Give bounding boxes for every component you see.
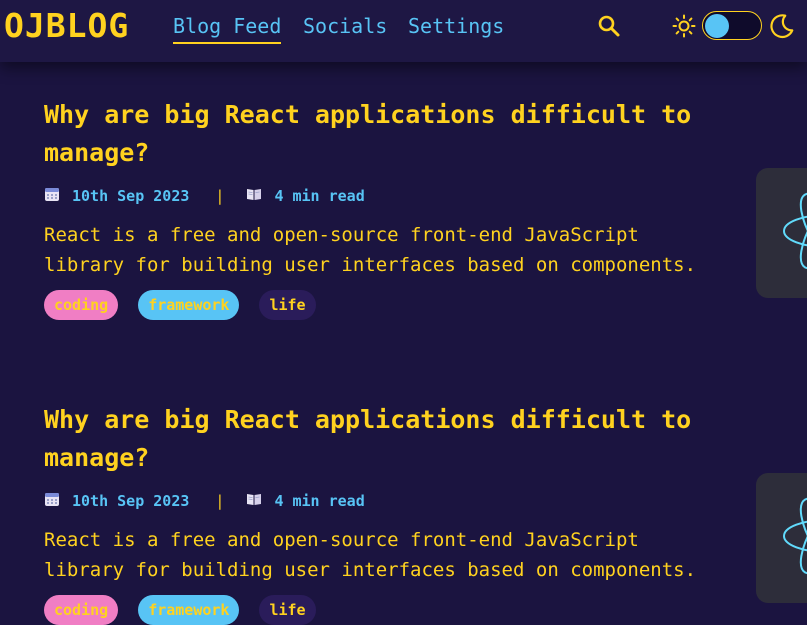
post-card: Why are big React applications difficult… xyxy=(44,401,724,625)
post-meta: 10th Sep 2023 | 4 min read xyxy=(44,489,724,513)
top-nav-bar: OJBLOG Blog Feed Socials Settings xyxy=(0,0,807,62)
post-title[interactable]: Why are big React applications difficult… xyxy=(44,96,724,172)
tag-coding[interactable]: coding xyxy=(44,290,119,320)
moon-icon[interactable] xyxy=(769,13,795,43)
site-logo[interactable]: OJBLOG xyxy=(4,6,129,45)
toggle-knob xyxy=(705,14,729,38)
post-tags: coding framework life xyxy=(44,595,724,625)
post-thumbnail[interactable] xyxy=(756,168,807,298)
post-thumbnail[interactable] xyxy=(756,473,807,603)
tag-life[interactable]: life xyxy=(259,290,316,320)
react-logo-icon xyxy=(783,192,807,270)
post-date: 10th Sep 2023 xyxy=(72,492,190,510)
tag-life[interactable]: life xyxy=(259,595,316,625)
meta-separator: | xyxy=(215,492,225,510)
book-icon xyxy=(246,187,262,205)
meta-separator: | xyxy=(215,187,225,205)
post-title[interactable]: Why are big React applications difficult… xyxy=(44,401,724,477)
tag-coding[interactable]: coding xyxy=(44,595,119,625)
book-icon xyxy=(246,492,262,510)
post-meta: 10th Sep 2023 | 4 min read xyxy=(44,184,724,208)
nav-link-socials[interactable]: Socials xyxy=(303,14,387,38)
react-logo-icon xyxy=(783,497,807,575)
post-card: Why are big React applications difficult… xyxy=(44,96,724,320)
nav-link-settings[interactable]: Settings xyxy=(408,14,504,38)
calendar-icon xyxy=(44,491,60,511)
tag-framework[interactable]: framework xyxy=(138,595,240,625)
theme-toggle[interactable] xyxy=(702,11,762,40)
post-read-time: 4 min read xyxy=(274,492,365,510)
post-read-time: 4 min read xyxy=(274,187,365,205)
nav-link-blog-feed[interactable]: Blog Feed xyxy=(173,14,282,44)
post-tags: coding framework life xyxy=(44,290,724,320)
tag-framework[interactable]: framework xyxy=(138,290,240,320)
post-excerpt: React is a free and open-source front-en… xyxy=(44,224,697,276)
search-icon[interactable] xyxy=(597,14,621,42)
post-excerpt: React is a free and open-source front-en… xyxy=(44,529,697,581)
post-date: 10th Sep 2023 xyxy=(72,187,190,205)
calendar-icon xyxy=(44,186,60,206)
sun-icon[interactable] xyxy=(672,14,696,42)
